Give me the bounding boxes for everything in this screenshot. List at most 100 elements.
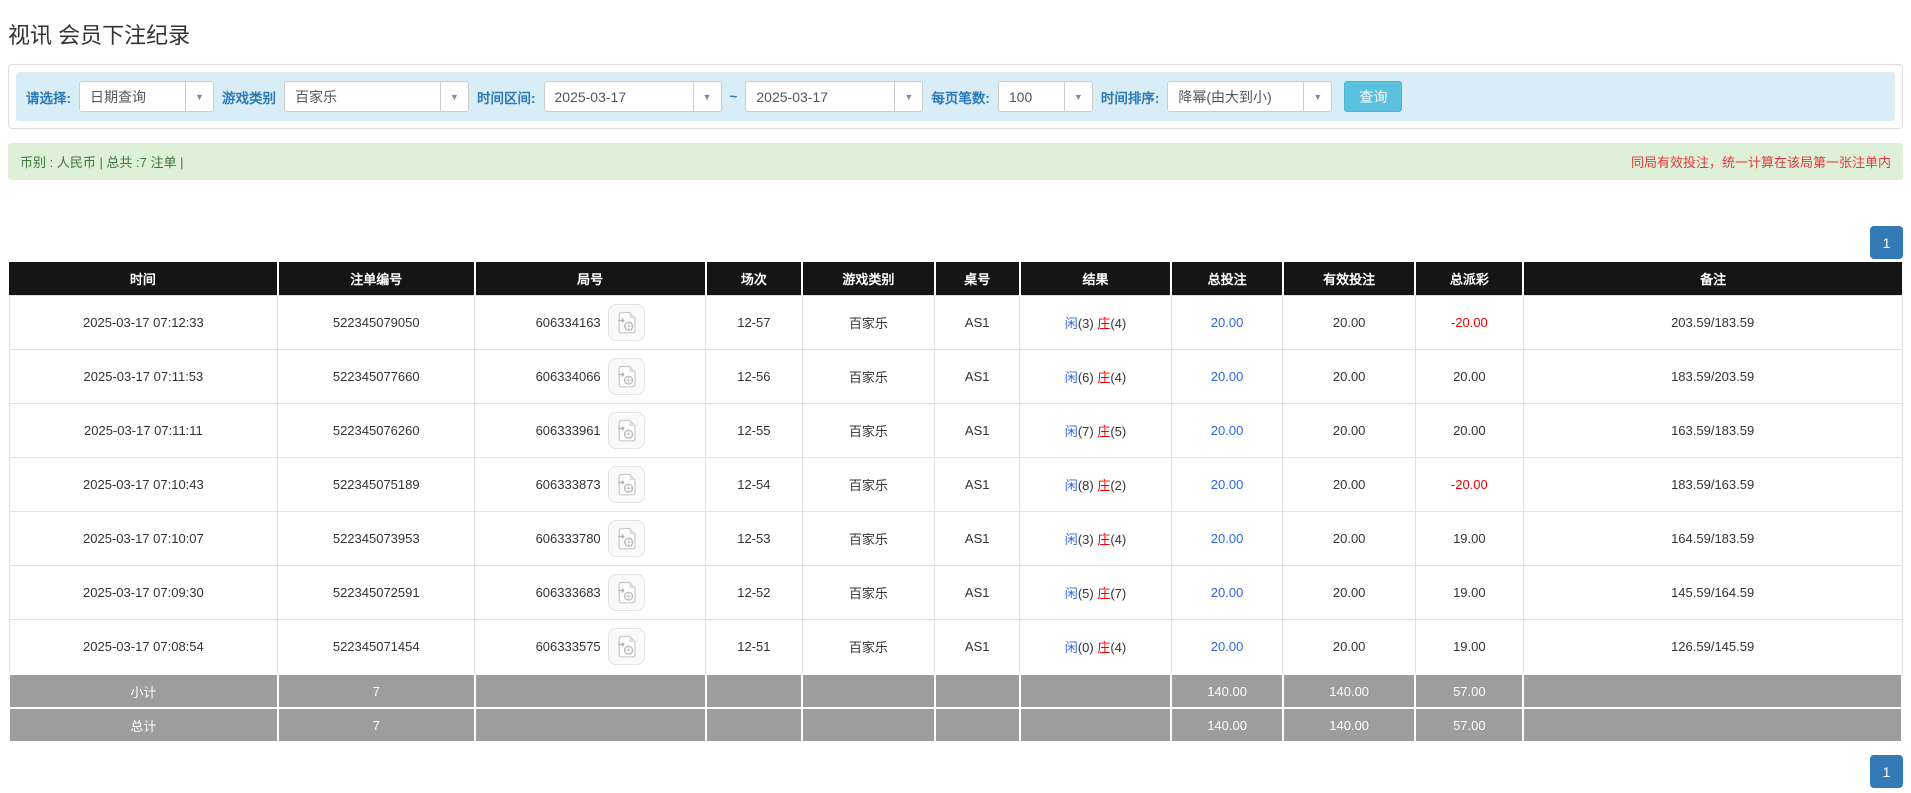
cell-total-bet: 20.00 (1170, 565, 1284, 620)
table-row: 2025-03-17 07:11:11 522345076260 606333961… (8, 403, 1903, 458)
cell-game-type: 百家乐 (801, 457, 936, 512)
date-range-separator: ~ (729, 89, 738, 104)
page-1-button[interactable]: 1 (1870, 226, 1903, 259)
total-bet-link[interactable]: 20.00 (1211, 423, 1244, 438)
cell-valid-bet: 20.00 (1282, 511, 1416, 566)
round-id-text: 606334066 (535, 369, 601, 384)
banker-label: 庄 (1097, 424, 1111, 439)
cell-empty (473, 673, 707, 709)
video-replay-button[interactable] (607, 628, 645, 665)
total-bet-link[interactable]: 20.00 (1211, 639, 1244, 654)
video-replay-button[interactable] (607, 304, 645, 341)
cell-remark: 183.59/203.59 (1522, 349, 1903, 404)
game-type-label: 游戏类别 (222, 90, 276, 106)
cell-total-bet: 20.00 (1170, 619, 1284, 675)
total-row: 总计 7 140.00 140.00 57.00 (8, 707, 1903, 743)
cell-game-type: 百家乐 (801, 349, 936, 404)
cell-bet-id-text: 522345077660 (332, 369, 420, 384)
film-icon (617, 311, 636, 334)
cell-empty (1018, 673, 1173, 709)
cell-round-id: 606333575 (474, 619, 707, 675)
cell-payout: 20.00 (1414, 403, 1524, 458)
valid-bet-text: 20.00 (1332, 423, 1366, 438)
cell-game-type-text: 百家乐 (848, 640, 888, 655)
total-bet-link[interactable]: 20.00 (1211, 585, 1244, 600)
player-label: 闲 (1064, 424, 1078, 439)
col-header-8: 有效投注 (1281, 262, 1416, 296)
total-bet-link[interactable]: 20.00 (1211, 477, 1244, 492)
bet-records-table: 时间 注单编号 局号 场次 游戏类别 桌号 结果 总投注 有效投注 总派彩 备注 2025-03-1… (8, 262, 1903, 743)
banker-score: (4) (1110, 532, 1127, 547)
cell-game-type-text: 百家乐 (848, 370, 888, 385)
col-header-5: 桌号 (933, 262, 1020, 296)
pagination-top: 1 (8, 226, 1903, 259)
cell-remark: 163.59/183.59 (1522, 403, 1903, 458)
summary-label-text: 总计 (130, 718, 157, 734)
cell-time-text: 2025-03-17 07:09:30 (83, 585, 204, 600)
col-header-0: 时间 (9, 262, 278, 296)
cell-session: 12-57 (705, 295, 803, 350)
cell-table-no: AS1 (934, 403, 1021, 458)
cell-bet-id: 522345075189 (277, 457, 476, 512)
sort-order-select[interactable]: 降幂(由大到小) ▼ (1167, 81, 1333, 112)
payout-text: 19.00 (1453, 585, 1486, 600)
total-bet-link[interactable]: 20.00 (1211, 315, 1244, 330)
valid-bet-text: 20.00 (1332, 369, 1366, 384)
col-header-7: 总投注 (1170, 262, 1283, 296)
summary-valid-bet-text: 140.00 (1329, 683, 1370, 699)
summary-bet-count-text: 7 (372, 683, 380, 699)
round-id-text: 606333780 (535, 531, 601, 546)
cell-session: 12-56 (705, 349, 803, 404)
player-label: 闲 (1064, 532, 1078, 547)
cell-session-text: 12-55 (737, 423, 771, 438)
cell-session: 12-53 (705, 511, 803, 566)
video-replay-button[interactable] (607, 574, 645, 611)
cell-game-type: 百家乐 (801, 295, 936, 350)
query-type-label: 请选择: (26, 90, 71, 106)
player-score: (0) (1077, 640, 1094, 655)
query-button[interactable]: 查询 (1344, 81, 1403, 112)
banker-label: 庄 (1097, 640, 1111, 655)
total-bet-link[interactable]: 20.00 (1211, 369, 1244, 384)
remark-text: 183.59/163.59 (1671, 477, 1755, 492)
table-row: 2025-03-17 07:10:43 522345075189 606333873… (8, 457, 1903, 512)
cell-table-no: AS1 (934, 565, 1021, 620)
video-replay-button[interactable] (607, 358, 645, 395)
player-score: (3) (1077, 532, 1094, 547)
cell-remark: 203.59/183.59 (1522, 295, 1903, 350)
date-from-select[interactable]: 2025-03-17 ▼ (543, 81, 722, 112)
valid-bet-text: 20.00 (1332, 315, 1366, 330)
summary-label: 总计 (8, 707, 279, 743)
filter-bar: 请选择: 日期查询 ▼ 游戏类别 百家乐 ▼ 时间区间: 2025-03-17 … (16, 72, 1895, 121)
game-type-select[interactable]: 百家乐 ▼ (284, 81, 469, 112)
payout-text: 20.00 (1453, 423, 1486, 438)
cell-remark: 126.59/145.59 (1522, 619, 1903, 675)
cell-empty (704, 707, 804, 743)
cell-total-bet: 20.00 (1170, 349, 1284, 404)
page-size-select[interactable]: 100 ▼ (997, 81, 1093, 112)
cell-game-type-text: 百家乐 (848, 532, 888, 547)
page: 视讯 会员下注纪录 请选择: 日期查询 ▼ 游戏类别 百家乐 ▼ 时间区间: 2… (0, 0, 1911, 793)
video-replay-button[interactable] (607, 466, 645, 503)
player-label: 闲 (1064, 478, 1078, 493)
payout-text: 19.00 (1453, 531, 1486, 546)
query-type-select[interactable]: 日期查询 ▼ (79, 81, 214, 112)
date-to-select[interactable]: 2025-03-17 ▼ (745, 81, 924, 112)
video-replay-button[interactable] (607, 412, 645, 449)
round-id-text: 606333575 (535, 639, 601, 654)
total-bet-link[interactable]: 20.00 (1211, 531, 1244, 546)
cell-time: 2025-03-17 07:10:43 (8, 457, 279, 512)
page-1-button[interactable]: 1 (1870, 755, 1903, 788)
cell-round-id: 606333683 (474, 565, 707, 620)
player-score: (7) (1077, 424, 1094, 439)
cell-table-no: AS1 (934, 619, 1021, 675)
cell-time: 2025-03-17 07:08:54 (8, 619, 279, 675)
cell-time-text: 2025-03-17 07:10:43 (83, 477, 204, 492)
cell-result: 闲(5) 庄(7) (1019, 565, 1172, 620)
sort-order-value: 降幂(由大到小) (1178, 88, 1272, 105)
round-id-text: 606333683 (535, 585, 601, 600)
video-replay-button[interactable] (607, 520, 645, 557)
film-icon (617, 419, 636, 442)
cell-bet-id: 522345079050 (277, 295, 476, 350)
cell-time: 2025-03-17 07:09:30 (8, 565, 279, 620)
